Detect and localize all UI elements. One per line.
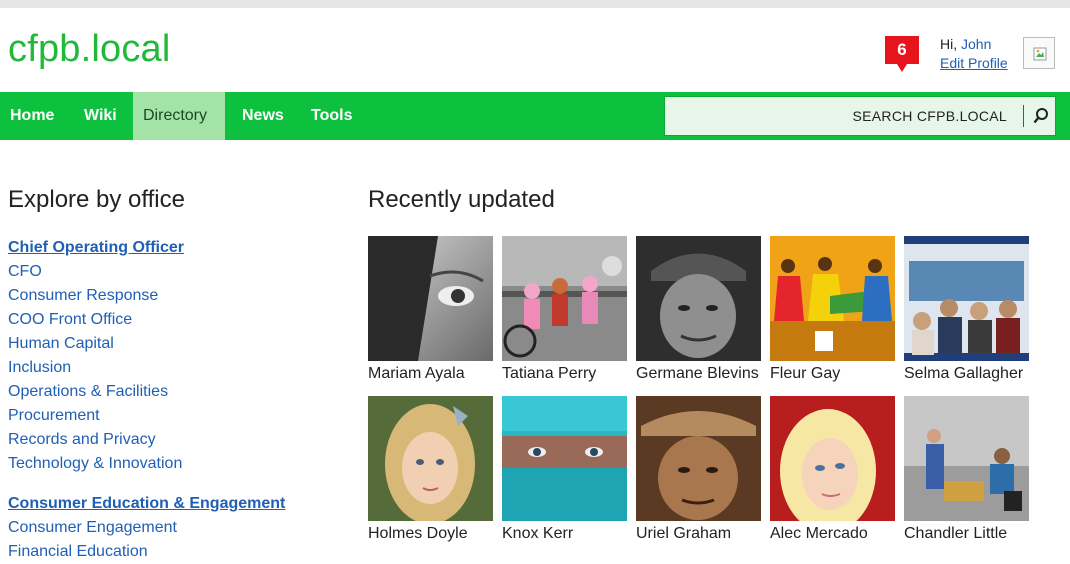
office-link[interactable]: Operations & Facilities	[8, 380, 338, 404]
nav-home[interactable]: Home	[0, 92, 64, 140]
person-name[interactable]: Selma Gallagher	[904, 365, 1029, 383]
person-name[interactable]: Uriel Graham	[636, 525, 761, 543]
greeting-text: Hi,	[940, 36, 958, 52]
person-name[interactable]: Chandler Little	[904, 525, 1029, 543]
person-name[interactable]: Alec Mercado	[770, 525, 895, 543]
nav-tools[interactable]: Tools	[301, 92, 362, 140]
person-card[interactable]: Uriel Graham	[636, 396, 761, 543]
top-strip	[0, 0, 1070, 8]
user-name-link[interactable]: John	[961, 36, 991, 52]
office-link[interactable]: Consumer Response	[8, 284, 338, 308]
office-link[interactable]: Procurement	[8, 404, 338, 428]
nav-directory[interactable]: Directory	[133, 92, 225, 140]
office-link[interactable]: Inclusion	[8, 356, 338, 380]
person-photo[interactable]	[904, 396, 1029, 521]
nav-wiki[interactable]: Wiki	[74, 92, 127, 140]
person-name[interactable]: Fleur Gay	[770, 365, 895, 383]
broken-image-icon	[1033, 47, 1047, 61]
nav-news[interactable]: News	[232, 92, 294, 140]
office-group-heading[interactable]: Chief Operating Officer	[8, 236, 338, 260]
recent-title: Recently updated	[368, 186, 555, 213]
user-greeting: Hi, John	[940, 36, 991, 52]
person-photo[interactable]	[770, 236, 895, 361]
office-link[interactable]: Technology & Innovation	[8, 452, 338, 476]
office-link[interactable]: Financial Education	[8, 540, 338, 564]
search-box[interactable]: SEARCH CFPB.LOCAL	[664, 96, 1056, 136]
office-link[interactable]: Records and Privacy	[8, 428, 338, 452]
office-link[interactable]: COO Front Office	[8, 308, 338, 332]
person-card[interactable]: Chandler Little	[904, 396, 1029, 543]
person-card[interactable]: Tatiana Perry	[502, 236, 627, 383]
office-list: Chief Operating Officer CFO Consumer Res…	[8, 236, 338, 564]
person-name[interactable]: Mariam Ayala	[368, 365, 493, 383]
person-photo[interactable]	[904, 236, 1029, 361]
person-card[interactable]: Mariam Ayala	[368, 236, 493, 383]
person-name[interactable]: Germane Blevins	[636, 365, 761, 383]
avatar[interactable]	[1023, 37, 1055, 69]
site-logo[interactable]: cfpb.local	[8, 28, 171, 71]
person-name[interactable]: Knox Kerr	[502, 525, 627, 543]
person-card[interactable]: Fleur Gay	[770, 236, 895, 383]
explore-title: Explore by office	[8, 186, 185, 213]
person-photo[interactable]	[502, 396, 627, 521]
person-name[interactable]: Holmes Doyle	[368, 525, 493, 543]
office-group-heading[interactable]: Consumer Education & Engagement	[8, 492, 338, 516]
office-link[interactable]: Human Capital	[8, 332, 338, 356]
person-photo[interactable]	[368, 236, 493, 361]
person-card[interactable]: Selma Gallagher	[904, 236, 1029, 383]
person-photo[interactable]	[368, 396, 493, 521]
office-link[interactable]: Consumer Engagement	[8, 516, 338, 540]
office-link[interactable]: CFO	[8, 260, 338, 284]
person-card[interactable]: Alec Mercado	[770, 396, 895, 543]
edit-profile-link[interactable]: Edit Profile	[940, 55, 1008, 71]
search-divider	[1023, 105, 1024, 127]
person-photo[interactable]	[636, 236, 761, 361]
notification-badge[interactable]: 6	[885, 36, 919, 72]
person-card[interactable]: Germane Blevins	[636, 236, 761, 383]
person-name[interactable]: Tatiana Perry	[502, 365, 627, 383]
person-photo[interactable]	[770, 396, 895, 521]
person-card[interactable]: Knox Kerr	[502, 396, 627, 543]
person-photo[interactable]	[636, 396, 761, 521]
search-button[interactable]	[1025, 97, 1057, 135]
search-icon	[1033, 108, 1048, 124]
person-photo[interactable]	[502, 236, 627, 361]
person-card[interactable]: Holmes Doyle	[368, 396, 493, 543]
search-label[interactable]: SEARCH CFPB.LOCAL	[853, 97, 1007, 135]
